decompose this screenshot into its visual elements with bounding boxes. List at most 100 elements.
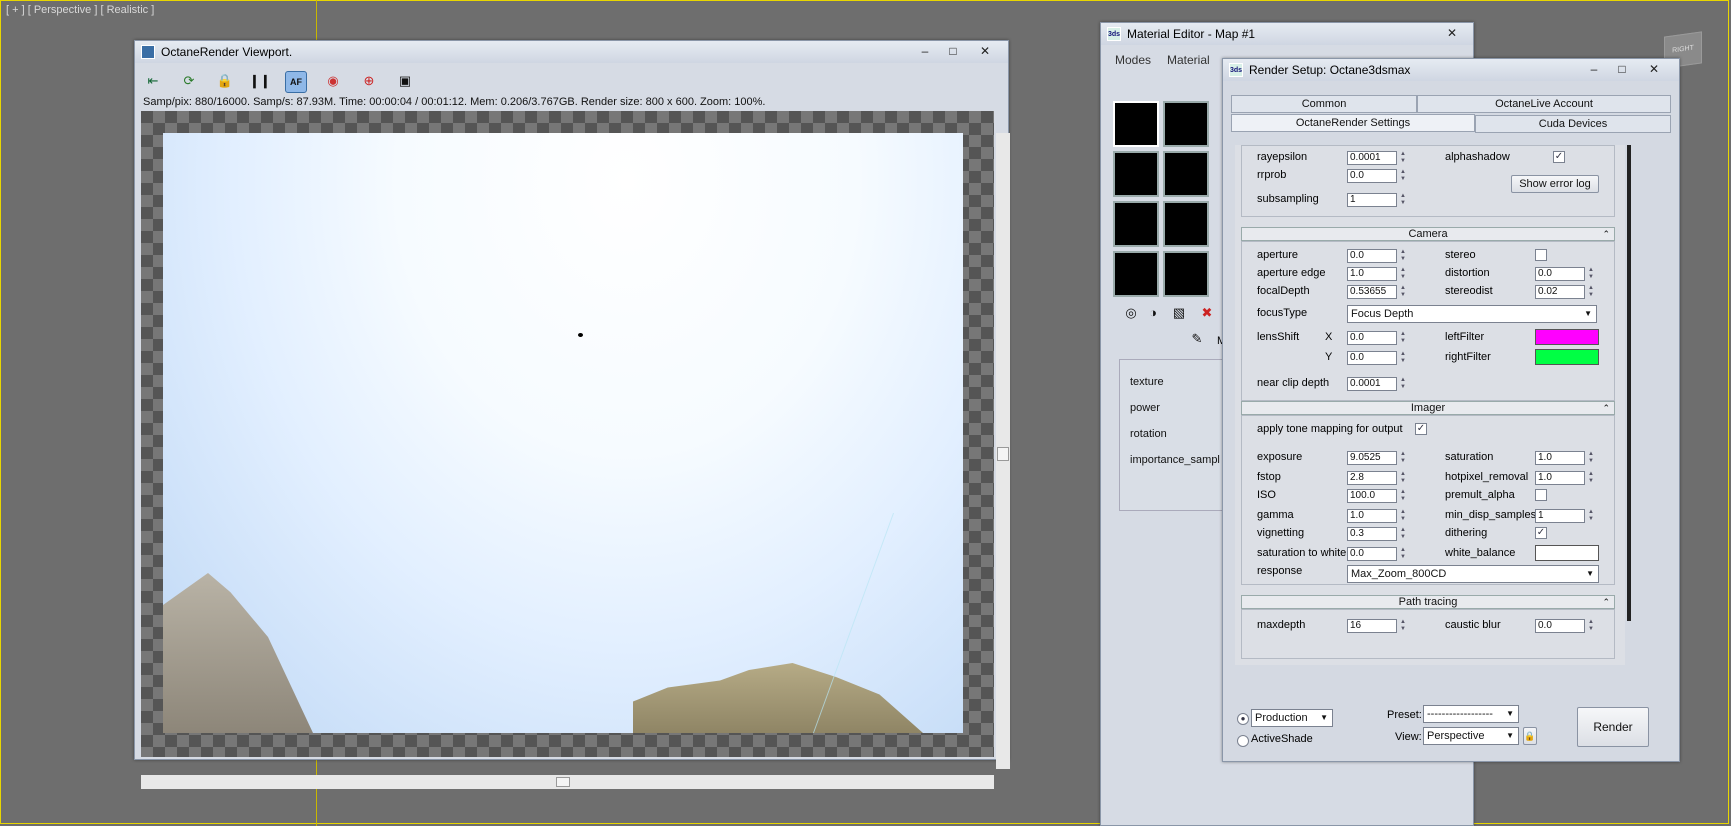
fstop-field[interactable]: 2.8 (1347, 471, 1397, 485)
activeshade-radio[interactable] (1237, 735, 1249, 747)
close-button[interactable]: ✕ (1641, 61, 1667, 77)
distortion-field[interactable]: 0.0 (1535, 267, 1585, 281)
delete-icon[interactable]: ✖ (1197, 303, 1217, 323)
focustype-dropdown[interactable]: Focus Depth ▼ (1347, 305, 1597, 323)
dithering-checkbox[interactable]: ✓ (1535, 527, 1547, 539)
sat-white-field[interactable]: 0.0 (1347, 547, 1397, 561)
vertical-scrollbar[interactable] (996, 133, 1010, 769)
maximize-button[interactable]: □ (1609, 61, 1635, 77)
lensshift-y-field[interactable]: 0.0 (1347, 351, 1397, 365)
viewport-label[interactable]: [ + ] [ Perspective ] [ Realistic ] (6, 4, 154, 16)
near-clip-field[interactable]: 0.0001 (1347, 377, 1397, 391)
spinner[interactable]: ▲ ▼ (1399, 169, 1407, 183)
spinner[interactable]: ▲ ▼ (1399, 451, 1407, 465)
spinner[interactable]: ▲ ▼ (1587, 267, 1595, 281)
put-material-icon[interactable]: ◑ (1143, 303, 1163, 323)
close-button[interactable]: ✕ (1439, 25, 1465, 41)
close-button[interactable]: ✕ (972, 43, 998, 59)
monitor-icon[interactable]: ▣ (395, 71, 415, 91)
stereo-checkbox[interactable] (1535, 249, 1547, 261)
spinner[interactable]: ▲ ▼ (1587, 509, 1595, 523)
spinner[interactable]: ▲ ▼ (1399, 489, 1407, 503)
camera-header[interactable]: Camera ⌃ (1241, 227, 1615, 241)
leftfilter-swatch[interactable] (1535, 329, 1599, 345)
menu-material[interactable]: Material (1167, 53, 1210, 67)
spinner[interactable]: ▲ ▼ (1587, 285, 1595, 299)
rayepsilon-field[interactable]: 0.0001 (1347, 151, 1397, 165)
sample-slot[interactable] (1113, 251, 1159, 297)
spinner[interactable]: ▲ ▼ (1587, 471, 1595, 485)
spinner[interactable]: ▲ ▼ (1399, 527, 1407, 541)
render-button[interactable]: Render (1577, 707, 1649, 747)
spinner[interactable]: ▲ ▼ (1399, 351, 1407, 365)
tab-common[interactable]: Common (1231, 95, 1417, 113)
aperture-edge-field[interactable]: 1.0 (1347, 267, 1397, 281)
settings-scrollbar[interactable] (1627, 145, 1631, 621)
menu-modes[interactable]: Modes (1115, 53, 1151, 67)
path-tracing-header[interactable]: Path tracing ⌃ (1241, 595, 1615, 609)
spinner[interactable]: ▲ ▼ (1399, 471, 1407, 485)
collapse-icon[interactable]: ⌃ (1602, 596, 1610, 608)
spinner[interactable]: ▲ ▼ (1399, 285, 1407, 299)
sample-slot[interactable] (1113, 201, 1159, 247)
premult-checkbox[interactable] (1535, 489, 1547, 501)
horizontal-scrollbar[interactable] (141, 775, 994, 789)
alphashadow-checkbox[interactable]: ✓ (1553, 151, 1565, 163)
rrprob-field[interactable]: 0.0 (1347, 169, 1397, 183)
maximize-button[interactable]: □ (940, 43, 966, 59)
sample-slot[interactable] (1113, 151, 1159, 197)
refresh-icon[interactable]: ⟳ (179, 71, 199, 91)
collapse-icon[interactable]: ⌃ (1602, 402, 1610, 414)
render-image[interactable] (163, 133, 963, 733)
spinner[interactable]: ▲ ▼ (1399, 267, 1407, 281)
spinner[interactable]: ▲ ▼ (1399, 193, 1407, 207)
apply-tone-checkbox[interactable]: ✓ (1415, 423, 1427, 435)
lock-view-button[interactable]: 🔒 (1523, 727, 1537, 745)
rightfilter-swatch[interactable] (1535, 349, 1599, 365)
imager-header[interactable]: Imager ⌃ (1241, 401, 1615, 415)
autofocus-icon[interactable]: AF (285, 71, 307, 93)
lensshift-x-field[interactable]: 0.0 (1347, 331, 1397, 345)
lock-icon[interactable]: 🔒 (215, 71, 235, 91)
iso-field[interactable]: 100.0 (1347, 489, 1397, 503)
import-icon[interactable]: ⇤ (143, 71, 163, 91)
target-icon[interactable]: ⊕ (359, 71, 379, 91)
tab-octanelive-account[interactable]: OctaneLive Account (1417, 95, 1671, 113)
preset-dropdown[interactable]: ------------------ ▼ (1423, 705, 1519, 723)
minimize-button[interactable]: – (1581, 61, 1607, 77)
pause-icon[interactable]: ❙❙ (249, 71, 271, 91)
sample-slot[interactable] (1163, 101, 1209, 147)
maxdepth-field[interactable]: 16 (1347, 619, 1397, 633)
saturation-field[interactable]: 1.0 (1535, 451, 1585, 465)
focaldepth-field[interactable]: 0.53655 (1347, 285, 1397, 299)
sample-slot[interactable] (1163, 251, 1209, 297)
spinner[interactable]: ▲ ▼ (1399, 249, 1407, 263)
white-balance-swatch[interactable] (1535, 545, 1599, 561)
hotpixel-field[interactable]: 1.0 (1535, 471, 1585, 485)
show-error-log-button[interactable]: Show error log (1511, 175, 1599, 193)
spinner[interactable]: ▲ ▼ (1399, 331, 1407, 345)
titlebar[interactable]: 3ds Render Setup: Octane3dsmax – □ ✕ (1223, 59, 1679, 81)
spinner[interactable]: ▲ ▼ (1399, 509, 1407, 523)
vertical-scroll-thumb[interactable] (997, 447, 1009, 461)
get-material-icon[interactable]: ◎ (1121, 303, 1141, 323)
gamma-field[interactable]: 1.0 (1347, 509, 1397, 523)
spinner[interactable]: ▲ ▼ (1399, 151, 1407, 165)
sample-slot[interactable] (1163, 201, 1209, 247)
production-dropdown[interactable]: Production ▼ (1251, 709, 1333, 727)
sample-slot[interactable] (1113, 101, 1159, 147)
spinner[interactable]: ▲ ▼ (1399, 547, 1407, 561)
production-radio[interactable]: ● (1237, 713, 1249, 725)
caustic-blur-field[interactable]: 0.0 (1535, 619, 1585, 633)
stereodist-field[interactable]: 0.02 (1535, 285, 1585, 299)
min-disp-field[interactable]: 1 (1535, 509, 1585, 523)
spinner[interactable]: ▲ ▼ (1399, 377, 1407, 391)
subsampling-field[interactable]: 1 (1347, 193, 1397, 207)
vignetting-field[interactable]: 0.3 (1347, 527, 1397, 541)
spinner[interactable]: ▲ ▼ (1587, 619, 1595, 633)
view-dropdown[interactable]: Perspective ▼ (1423, 727, 1519, 745)
color-picker-icon[interactable]: ◉ (323, 71, 343, 91)
horizontal-scroll-thumb[interactable] (556, 777, 570, 787)
assign-material-icon[interactable]: ▧ (1169, 303, 1189, 323)
spinner[interactable]: ▲ ▼ (1399, 619, 1407, 633)
